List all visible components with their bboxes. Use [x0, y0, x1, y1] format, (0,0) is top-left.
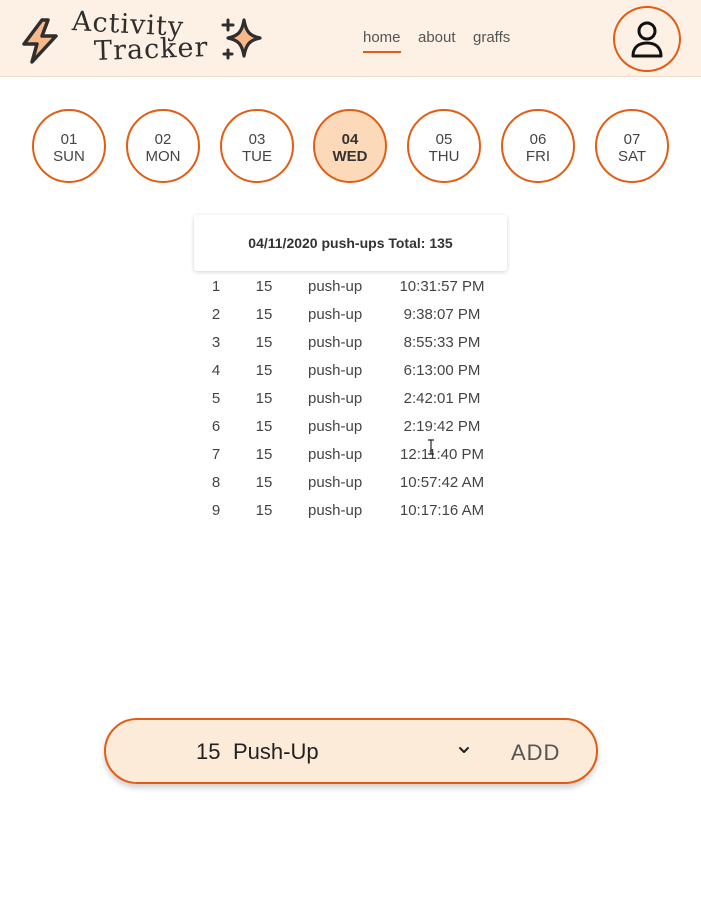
- day-number: 02: [154, 131, 172, 148]
- day-number: 04: [341, 131, 359, 148]
- list-item[interactable]: 9 15 push-up 10:17:16 AM: [194, 497, 507, 525]
- entry-time: 10:31:57 PM: [399, 278, 485, 295]
- nav-home-link[interactable]: home: [363, 29, 401, 53]
- daily-total-title: 04/11/2020 push-ups Total: 135: [248, 235, 453, 251]
- day-button-fri[interactable]: 06 FRI: [501, 109, 575, 183]
- app-header: Activity Tracker home about graffs: [0, 0, 701, 77]
- entry-activity: push-up: [308, 306, 363, 323]
- add-activity-bar: 15 Push-Up ADD: [104, 718, 598, 784]
- day-of-week: TUE: [242, 148, 272, 165]
- day-number: 05: [435, 131, 453, 148]
- selected-count: 15: [196, 739, 221, 764]
- entry-index: 5: [211, 390, 221, 407]
- entry-count: 15: [255, 278, 273, 295]
- day-of-week: SUN: [53, 148, 85, 165]
- entry-time: 2:19:42 PM: [403, 418, 481, 435]
- entry-index: 7: [211, 446, 221, 463]
- entry-time: 6:13:00 PM: [403, 362, 481, 379]
- list-item[interactable]: 6 15 push-up 2:19:42 PM: [194, 413, 507, 441]
- add-button[interactable]: ADD: [511, 740, 560, 766]
- day-number: 07: [623, 131, 641, 148]
- entry-activity: push-up: [308, 362, 363, 379]
- entry-count: 15: [255, 362, 273, 379]
- day-button-sun[interactable]: 01 SUN: [32, 109, 106, 183]
- chevron-down-icon: [459, 747, 469, 753]
- entry-activity: push-up: [308, 418, 363, 435]
- entry-count: 15: [255, 390, 273, 407]
- daily-total-card: 04/11/2020 push-ups Total: 135: [194, 215, 507, 271]
- profile-button[interactable]: [613, 6, 681, 72]
- sparkle-icon: [221, 18, 262, 60]
- day-of-week: WED: [332, 148, 368, 165]
- entry-activity: push-up: [308, 278, 363, 295]
- entry-count: 15: [255, 446, 273, 463]
- entry-index: 2: [211, 306, 221, 323]
- app-logo[interactable]: Activity Tracker: [18, 6, 268, 72]
- day-of-week: SAT: [617, 148, 647, 165]
- day-button-sat[interactable]: 07 SAT: [595, 109, 669, 183]
- entry-time: 9:38:07 PM: [403, 306, 481, 323]
- list-item[interactable]: 8 15 push-up 10:57:42 AM: [194, 469, 507, 497]
- day-of-week: MON: [145, 148, 181, 165]
- entry-activity: push-up: [308, 474, 363, 491]
- entry-activity: push-up: [308, 502, 363, 519]
- nav-about-link[interactable]: about: [418, 29, 456, 46]
- entry-index: 9: [211, 502, 221, 519]
- entry-time: 2:42:01 PM: [403, 390, 481, 407]
- entry-index: 6: [211, 418, 221, 435]
- day-of-week: FRI: [525, 148, 551, 165]
- entry-time: 10:17:16 AM: [399, 502, 485, 519]
- entry-count: 15: [255, 502, 273, 519]
- entry-count: 15: [255, 418, 273, 435]
- day-button-mon[interactable]: 02 MON: [126, 109, 200, 183]
- entry-time: 8:55:33 PM: [403, 334, 481, 351]
- day-button-thu[interactable]: 05 THU: [407, 109, 481, 183]
- day-button-tue[interactable]: 03 TUE: [220, 109, 294, 183]
- entry-index: 4: [211, 362, 221, 379]
- day-selector: 01 SUN 02 MON 03 TUE 04 WED 05 THU 06 FR…: [0, 109, 701, 183]
- entry-count: 15: [255, 306, 273, 323]
- entry-index: 3: [211, 334, 221, 351]
- day-number: 01: [60, 131, 78, 148]
- entry-index: 1: [211, 278, 221, 295]
- selected-activity: Push-Up: [233, 739, 319, 764]
- user-icon: [631, 21, 663, 58]
- list-item[interactable]: 1 15 push-up 10:31:57 PM: [194, 273, 507, 301]
- day-number: 06: [529, 131, 547, 148]
- entry-activity: push-up: [308, 390, 363, 407]
- list-item[interactable]: 4 15 push-up 6:13:00 PM: [194, 357, 507, 385]
- logo-text-line2: Tracker: [93, 32, 209, 67]
- day-button-wed[interactable]: 04 WED: [313, 109, 387, 183]
- entry-time: 12:11:40 PM: [400, 446, 484, 463]
- day-of-week: THU: [428, 148, 460, 165]
- list-item[interactable]: 7 15 push-up 12:11:40 PM: [194, 441, 507, 469]
- text-cursor-icon: [428, 439, 434, 455]
- nav-graffs-link[interactable]: graffs: [473, 29, 510, 46]
- day-number: 03: [248, 131, 266, 148]
- entry-time: 10:57:42 AM: [399, 474, 485, 491]
- activity-select[interactable]: 15 Push-Up: [196, 739, 481, 767]
- entry-count: 15: [255, 334, 273, 351]
- list-item[interactable]: 2 15 push-up 9:38:07 PM: [194, 301, 507, 329]
- entry-activity: push-up: [308, 334, 363, 351]
- entry-activity: push-up: [308, 446, 363, 463]
- list-item[interactable]: 5 15 push-up 2:42:01 PM: [194, 385, 507, 413]
- entry-list: 1 15 push-up 10:31:57 PM 2 15 push-up 9:…: [194, 273, 507, 525]
- list-item[interactable]: 3 15 push-up 8:55:33 PM: [194, 329, 507, 357]
- entry-count: 15: [255, 474, 273, 491]
- entry-index: 8: [211, 474, 221, 491]
- lightning-bolt-icon: [22, 18, 58, 64]
